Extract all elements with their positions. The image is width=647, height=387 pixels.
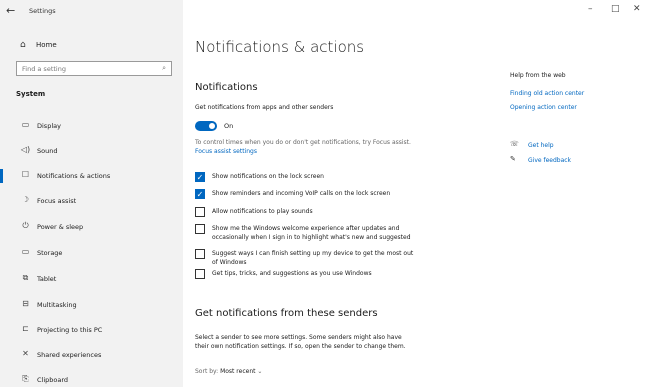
storage-icon: ▭: [21, 247, 30, 256]
sidebar-item-label: Projecting to this PC: [37, 326, 103, 334]
sidebar-item-storage[interactable]: ▭ Storage: [0, 242, 183, 264]
help-link[interactable]: Opening action center: [510, 104, 577, 111]
projecting-icon: ⊏: [22, 324, 29, 333]
checkbox-label: Show notifications on the lock screen: [212, 173, 324, 180]
sort-value: Most recent: [220, 368, 256, 375]
sidebar-item-focus-assist[interactable]: ☽ Focus assist: [0, 190, 183, 212]
sidebar-item-label: Display: [37, 122, 61, 130]
sidebar-item-label: Shared experiences: [37, 351, 102, 359]
focus-assist-settings-link[interactable]: Focus assist settings: [195, 148, 257, 156]
sort-label: Sort by:: [195, 368, 219, 375]
sidebar: ← Settings ⌂ Home Find a setting ⌕ Syste…: [0, 0, 183, 387]
sidebar-item-display[interactable]: ▭ Display: [0, 115, 183, 137]
sidebar-item-shared-experiences[interactable]: ✕ Shared experiences: [0, 344, 183, 366]
sidebar-item-sound[interactable]: ◁) Sound: [0, 140, 183, 162]
sidebar-item-label: Storage: [37, 249, 63, 257]
checkbox-label-line1: Show me the Windows welcome experience a…: [212, 225, 400, 232]
shared-icon: ✕: [22, 349, 29, 358]
feedback-icon: ✎: [510, 155, 516, 163]
checkbox[interactable]: [195, 224, 205, 234]
notifications-heading: Notifications: [195, 82, 258, 93]
close-button[interactable]: ✕: [633, 4, 641, 14]
sidebar-item-multitasking[interactable]: ⊟ Multitasking: [0, 294, 183, 316]
minimize-button[interactable]: –: [588, 4, 593, 14]
focus-assist-note: To control times when you do or don't ge…: [195, 139, 411, 146]
sidebar-item-label: Sound: [37, 147, 58, 155]
page-title: Notifications & actions: [195, 38, 365, 56]
checkbox-label: Get tips, tricks, and suggestions as you…: [212, 270, 372, 277]
tablet-icon: ⧉: [22, 273, 29, 282]
sidebar-item-projecting[interactable]: ⊏ Projecting to this PC: [0, 319, 183, 341]
speaker-icon: ◁): [20, 145, 31, 154]
sidebar-item-label: Home: [36, 41, 57, 49]
power-icon: ⏻: [22, 221, 29, 230]
checkbox[interactable]: [195, 207, 205, 217]
section-heading: System: [16, 90, 46, 98]
settings-window: ← Settings ⌂ Home Find a setting ⌕ Syste…: [0, 0, 647, 387]
multitasking-icon: ⊟: [22, 299, 29, 308]
sidebar-item-label: Focus assist: [37, 197, 77, 205]
get-help-icon: ☏: [510, 140, 519, 148]
sidebar-item-tablet[interactable]: ⧉ Tablet: [0, 268, 183, 290]
toggle-knob: [209, 123, 215, 129]
checkbox-label: Allow notifications to play sounds: [212, 208, 313, 215]
sidebar-item-label: Notifications & actions: [37, 172, 111, 180]
sidebar-item-home[interactable]: ⌂ Home: [0, 37, 183, 55]
checkbox-label-line2: of Windows: [212, 259, 247, 266]
search-input[interactable]: Find a setting ⌕: [16, 61, 172, 76]
sidebar-item-notifications[interactable]: ☐ Notifications & actions: [0, 165, 183, 187]
active-indicator: [0, 169, 3, 183]
get-help-link[interactable]: Get help: [528, 142, 554, 149]
toggle-state-label: On: [224, 122, 234, 130]
senders-heading: Get notifications from these senders: [195, 308, 378, 319]
home-icon: ⌂: [20, 40, 26, 50]
checkbox[interactable]: [195, 249, 205, 259]
display-icon: ▭: [21, 120, 30, 129]
checkbox-label-line2: occasionally when I sign in to highlight…: [212, 234, 411, 241]
get-notifications-label: Get notifications from apps and other se…: [195, 104, 334, 111]
notifications-icon: ☐: [21, 170, 30, 179]
senders-description-line2: their own notification settings. If so, …: [195, 343, 406, 350]
clipboard-icon: ⎘: [22, 374, 29, 383]
search-icon: ⌕: [162, 64, 166, 72]
give-feedback-link[interactable]: Give feedback: [528, 157, 571, 164]
sidebar-item-label: Tablet: [37, 275, 57, 283]
help-heading: Help from the web: [510, 72, 566, 79]
chevron-down-icon: ⌄: [257, 368, 263, 375]
search-placeholder: Find a setting: [22, 65, 66, 73]
sidebar-item-label: Power & sleep: [37, 223, 84, 231]
help-link[interactable]: Finding old action center: [510, 90, 584, 97]
checkbox[interactable]: [195, 269, 205, 279]
checkbox-label-line1: Suggest ways I can finish setting up my …: [212, 250, 414, 257]
sort-dropdown[interactable]: Sort by: Most recent ⌄: [195, 368, 262, 376]
checkbox-checked[interactable]: ✓: [195, 189, 205, 199]
checkbox-checked[interactable]: ✓: [195, 172, 205, 182]
app-title: Settings: [29, 7, 56, 15]
maximize-button[interactable]: □: [611, 4, 620, 14]
sidebar-item-power-sleep[interactable]: ⏻ Power & sleep: [0, 216, 183, 238]
sidebar-item-clipboard[interactable]: ⎘ Clipboard: [0, 369, 183, 387]
sidebar-item-label: Clipboard: [37, 376, 69, 384]
checkbox-label: Show reminders and incoming VoIP calls o…: [212, 190, 391, 197]
moon-icon: ☽: [21, 195, 30, 204]
back-button[interactable]: ←: [6, 4, 15, 17]
senders-description-line1: Select a sender to see more settings. So…: [195, 334, 402, 341]
sidebar-item-label: Multitasking: [37, 301, 77, 309]
notifications-toggle[interactable]: [195, 121, 217, 131]
titlebar: ← Settings: [0, 0, 183, 22]
